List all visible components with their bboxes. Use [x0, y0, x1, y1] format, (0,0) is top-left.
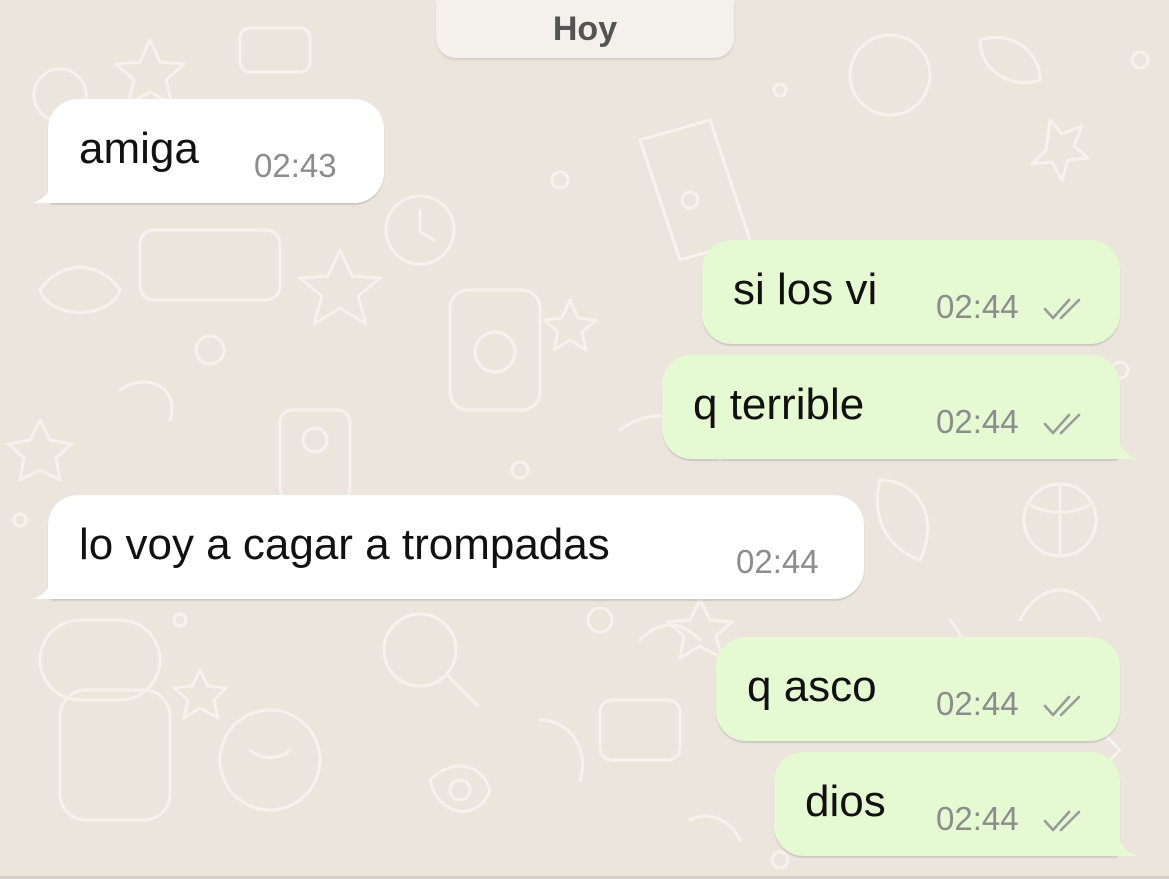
bubble-tail — [1098, 419, 1138, 459]
message-time: 02:44 — [936, 288, 1019, 325]
bubble-tail — [1098, 816, 1138, 856]
message-text: lo voy a cagar a trompadas — [79, 520, 610, 569]
double-check-icon — [1043, 413, 1081, 435]
bubble-tail — [32, 559, 72, 599]
outgoing-message[interactable]: q asco 02:44 — [716, 637, 1120, 741]
double-check-icon — [1043, 298, 1081, 320]
message-time: 02:44 — [936, 403, 1019, 440]
outgoing-message[interactable]: dios 02:44 — [774, 752, 1138, 856]
outgoing-message[interactable]: si los vi 02:44 — [702, 240, 1120, 344]
message-time: 02:44 — [936, 685, 1019, 722]
outgoing-message[interactable]: q terrible 02:44 — [662, 355, 1138, 459]
message-text: dios — [805, 777, 886, 826]
message-time: 02:44 — [936, 800, 1019, 837]
bubble-tail — [32, 163, 72, 203]
day-separator: Hoy — [436, 0, 734, 58]
message-text: amiga — [79, 124, 199, 173]
message-text: q terrible — [693, 380, 865, 429]
incoming-message[interactable]: lo voy a cagar a trompadas 02:44 — [32, 495, 864, 599]
incoming-message[interactable]: amiga 02:43 — [32, 99, 384, 203]
double-check-icon — [1043, 810, 1081, 832]
message-time: 02:44 — [736, 543, 819, 580]
message-text: si los vi — [733, 265, 878, 314]
message-text: q asco — [747, 662, 877, 711]
double-check-icon — [1043, 695, 1081, 717]
message-time: 02:43 — [254, 147, 337, 184]
